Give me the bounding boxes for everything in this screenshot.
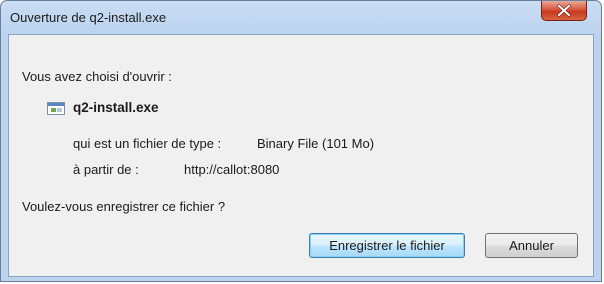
close-button[interactable] [541,1,587,21]
window-title: Ouverture de q2-install.exe [10,10,167,25]
title-bar[interactable]: Ouverture de q2-install.exe [1,1,601,34]
dialog-body: Vous avez choisi d'ouvrir : q2-install.e… [8,34,594,277]
close-icon [557,4,571,17]
file-type-value: Binary File (101 Mo) [257,136,375,151]
cancel-button[interactable]: Annuler [485,233,578,258]
file-open-dialog: Ouverture de q2-install.exe Vous avez ch… [0,0,602,282]
source-url: http://callot:8080 [184,162,280,177]
file-name: q2-install.exe [73,100,159,115]
save-question: Voulez-vous enregistrer ce fichier ? [22,199,226,214]
source-label: à partir de : [73,162,139,177]
file-icon [47,102,65,115]
file-type-label: qui est un fichier de type : [73,136,222,151]
save-file-button[interactable]: Enregistrer le fichier [309,233,465,258]
intro-text: Vous avez choisi d'ouvrir : [22,69,172,84]
